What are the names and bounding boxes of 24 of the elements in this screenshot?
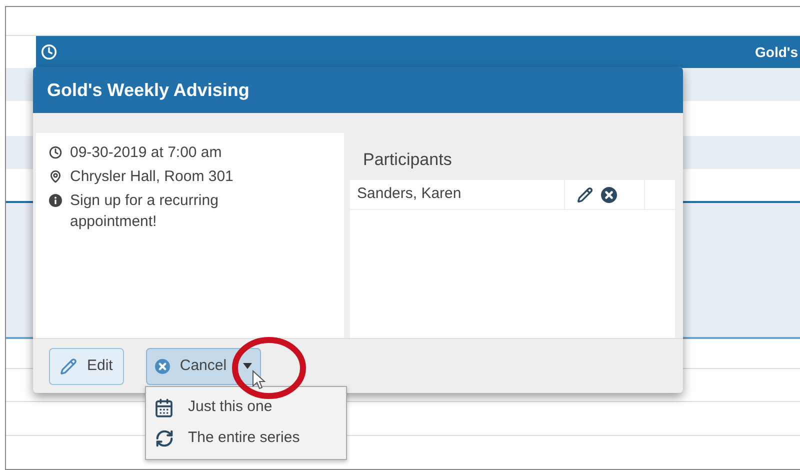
caret-icon <box>242 363 252 369</box>
popup-title: Gold's Weekly Advising <box>47 78 250 102</box>
event-title: Gold's <box>755 42 798 62</box>
info-icon <box>49 194 62 207</box>
detail-text: 09-30-2019 at 7:00 am <box>70 143 222 163</box>
edit-button[interactable]: Edit <box>49 348 124 384</box>
menu-item[interactable]: The entire series <box>146 423 346 454</box>
participant-name: Sanders, Karen <box>350 180 565 209</box>
pencil-icon <box>60 358 77 374</box>
detail-text: Sign up for a recurring appointment! <box>70 191 220 232</box>
detail-text: Chrysler Hall, Room 301 <box>70 167 234 187</box>
participants-heading: Participants <box>362 149 453 171</box>
event-bar[interactable]: Gold's <box>36 36 800 68</box>
cancel-icon <box>154 358 170 374</box>
cancel-split-button[interactable]: Cancel <box>146 348 261 384</box>
clock-icon <box>49 146 62 159</box>
remove-icon <box>601 186 617 202</box>
cursor-icon <box>252 370 266 390</box>
map-pin-icon <box>49 170 62 183</box>
refresh-icon <box>154 429 174 448</box>
clock-icon <box>41 44 57 60</box>
menu-item[interactable]: Just this one <box>146 392 346 423</box>
pencil-icon[interactable] <box>577 186 593 202</box>
calendar-icon <box>154 398 174 418</box>
